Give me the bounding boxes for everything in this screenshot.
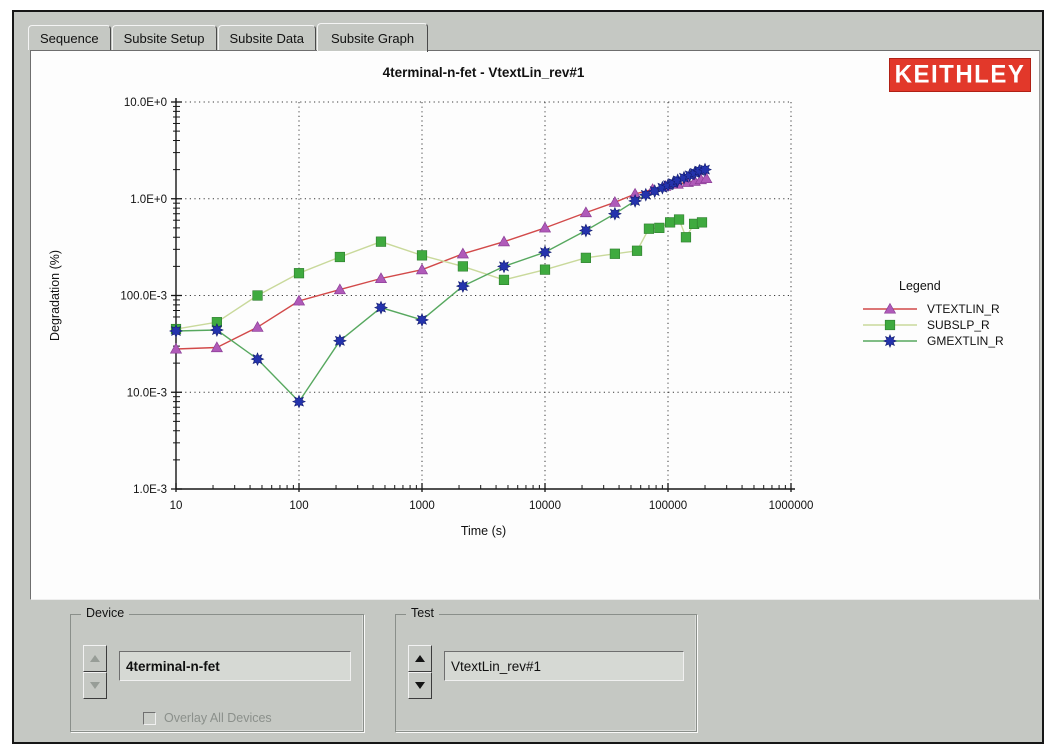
legend-item-vtextlin_r: VTEXTLIN_R: [861, 301, 1037, 316]
overlay-all-devices-checkbox[interactable]: [143, 712, 156, 725]
test-group-label: Test: [406, 606, 439, 620]
tab-subsite-setup[interactable]: Subsite Setup: [112, 25, 217, 50]
test-spinner: [408, 645, 432, 699]
legend-item-subslp_r: SUBSLP_R: [861, 317, 1037, 332]
svg-text:10.0E-3: 10.0E-3: [127, 387, 167, 399]
chart-title: 4terminal-n-fet - VtextLin_rev#1: [176, 65, 791, 80]
svg-text:Time (s): Time (s): [461, 524, 506, 538]
svg-text:10000: 10000: [529, 500, 561, 512]
device-spinner-down-button[interactable]: [83, 672, 107, 699]
test-name-field[interactable]: [444, 651, 684, 681]
test-spinner-up-button[interactable]: [408, 645, 432, 672]
legend-swatch-icon: [861, 318, 919, 332]
svg-text:1000: 1000: [409, 500, 435, 512]
graph-panel: 4terminal-n-fet - VtextLin_rev#1 KEITHLE…: [30, 50, 1040, 600]
svg-text:Degradation (%): Degradation (%): [48, 250, 62, 341]
keithley-logo: KEITHLEY: [889, 58, 1031, 92]
down-arrow-icon: [415, 682, 425, 689]
tab-subsite-data[interactable]: Subsite Data: [218, 25, 316, 50]
keithley-logo-text: KEITHLEY: [895, 60, 1026, 89]
legend-title: Legend: [899, 279, 1037, 293]
device-group: Device Overlay All Devices: [70, 614, 364, 732]
app-window: SequenceSubsite SetupSubsite DataSubsite…: [12, 10, 1044, 744]
overlay-all-devices-label: Overlay All Devices: [164, 711, 272, 725]
svg-text:1000000: 1000000: [769, 500, 814, 512]
device-spinner: [83, 645, 107, 699]
overlay-all-devices-row: Overlay All Devices: [143, 711, 272, 725]
legend-label: SUBSLP_R: [927, 318, 990, 332]
down-arrow-icon: [90, 682, 100, 689]
legend-label: GMEXTLIN_R: [927, 334, 1004, 348]
legend-swatch-icon: [861, 302, 919, 316]
legend-swatch-icon: [861, 334, 919, 348]
svg-text:100000: 100000: [649, 500, 687, 512]
chart-legend: Legend VTEXTLIN_R SUBSLP_R GMEXTLIN_R: [861, 279, 1037, 349]
device-group-label: Device: [81, 606, 129, 620]
device-spinner-up-button[interactable]: [83, 645, 107, 672]
svg-text:1.0E-3: 1.0E-3: [133, 484, 167, 496]
svg-text:10: 10: [170, 500, 183, 512]
svg-text:10.0E+0: 10.0E+0: [124, 97, 167, 109]
test-spinner-down-button[interactable]: [408, 672, 432, 699]
svg-text:1.0E+0: 1.0E+0: [130, 194, 167, 206]
svg-text:100: 100: [289, 500, 308, 512]
legend-item-gmextlin_r: GMEXTLIN_R: [861, 333, 1037, 348]
svg-text:100.0E-3: 100.0E-3: [120, 291, 167, 303]
up-arrow-icon: [90, 655, 100, 662]
up-arrow-icon: [415, 655, 425, 662]
tab-bar: SequenceSubsite SetupSubsite DataSubsite…: [28, 20, 429, 50]
device-name-field[interactable]: [119, 651, 351, 681]
tab-sequence[interactable]: Sequence: [28, 25, 111, 50]
legend-label: VTEXTLIN_R: [927, 302, 1000, 316]
test-group: Test: [395, 614, 697, 732]
tab-subsite-graph[interactable]: Subsite Graph: [317, 23, 428, 52]
